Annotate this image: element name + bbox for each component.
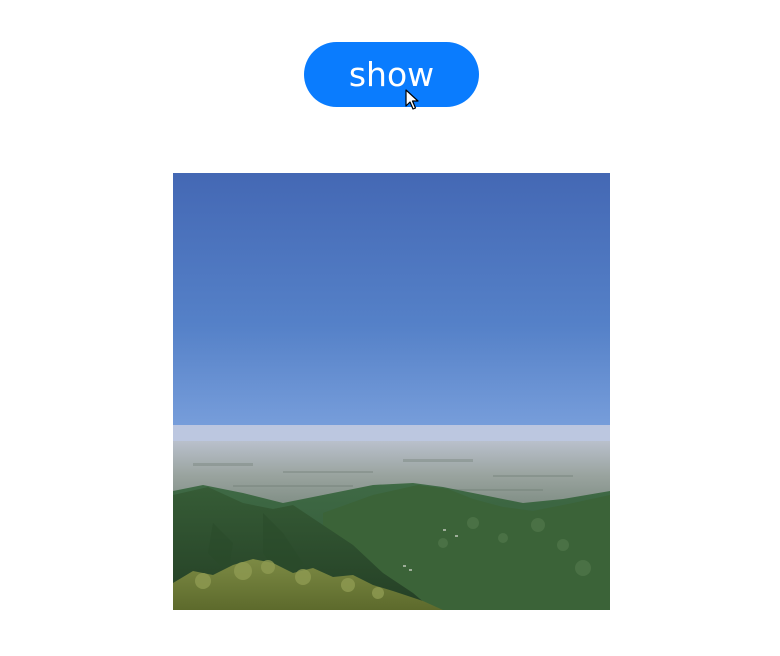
landscape-photo: [173, 173, 610, 610]
show-button[interactable]: show: [304, 42, 479, 107]
mouse-pointer-icon: [405, 89, 419, 110]
page-root: show: [0, 0, 780, 656]
